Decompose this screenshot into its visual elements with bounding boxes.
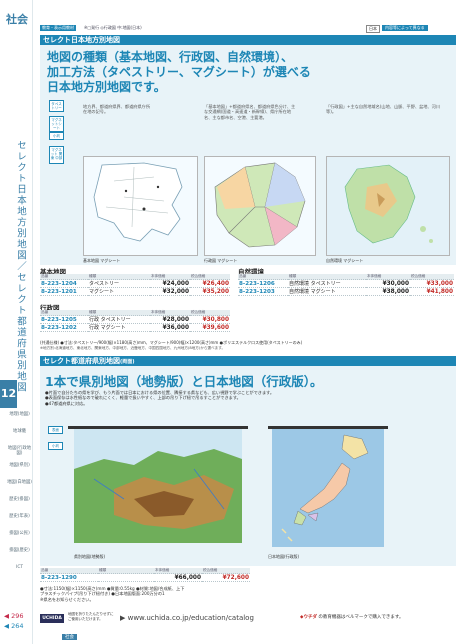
tag-magsheet: マグネットシート	[49, 116, 64, 132]
desc-shizen: 「行政図」+主な自然地域名(山地、山脈、平野、盆地、河川等)。	[326, 104, 441, 115]
map-shizen	[326, 156, 450, 256]
header: 教育・表示用教材 ※□発行 ◎行政図 中:地図(日本) 日本 内容等によって異な…	[40, 24, 454, 33]
section2-bullets: ●片面で自分たちの県を学び、もう片面では日本における県の位置、隣接する県なども、…	[45, 390, 450, 406]
footer-url[interactable]: ▶ www.uchida.co.jp/education/catalog	[120, 614, 254, 622]
footer-category: 社会	[62, 634, 77, 640]
page-number-badge: 12	[0, 380, 17, 408]
table-row: 8-223-1202 行政 マグシート ¥36,000 ¥39,600	[40, 323, 230, 332]
header-legend: ※□発行 ◎行政図 中:地図(日本)	[84, 25, 142, 30]
sidebar-subitem[interactable]: 地図(行政地図)	[6, 446, 33, 456]
sidebar-subitem[interactable]: 掛図(公民)	[6, 531, 33, 536]
table-row: 8-223-1201 マグシート ¥32,000 ¥35,200	[40, 287, 230, 296]
section2-spec: ●寸法:1150(幅)×1150(高さ)mm ●質量:0.55kg ●材質:地図…	[40, 586, 185, 602]
header-tag: 日本	[366, 25, 380, 33]
footer-bellmark: ◆ウチダ の教育機器はベルマークで購入できます。	[300, 615, 404, 620]
caption-prefecture-map: 県別地図(地勢版)	[74, 554, 106, 559]
table-row: 8-223-1206 自然環境 タペストリー ¥30,000 ¥33,000	[238, 279, 454, 288]
table-section2: 品番 種類 本体価格 税込価格 8-223-1290 ¥66,000 ¥72,600	[40, 568, 250, 582]
tag-koban-2: 小判	[48, 442, 63, 450]
headline-line-1: 地図の種類（基本地図、行政図、自然環境）、	[47, 50, 294, 64]
footer-brand: UCHIDA	[40, 614, 64, 623]
sidebar: 社会 セレクト日本地方別地図／セレクト都道府県別地図 12 地理(地図) 地球儀地…	[0, 0, 33, 644]
tag-sample: マグネット 関東 中部	[49, 146, 64, 164]
table-kihon: 品番 種類 本体価格 税込価格 8-223-1204 タペストリー ¥24,000 ¥26,…	[40, 274, 230, 296]
caption-shizen: 自然環境 マグシート	[326, 258, 364, 263]
japan-administrative-map-image	[272, 429, 384, 547]
map-prefecture	[68, 426, 248, 546]
sidebar-subitem[interactable]: ICT	[6, 565, 33, 570]
section1-title: セレクト日本地方別地図	[43, 36, 120, 44]
table-note-2: ※地方別:北海道地方、東北地方、関東地方、中部地方、近畿地方、中国四国地方、九州…	[40, 346, 226, 350]
sidebar-title: セレクト日本地方別地図／セレクト都道府県別地図	[15, 140, 26, 393]
desc-gyosei: 「基本地図」+都道府県名、都道府県色分け、主な交通網(国道・高速道・新幹線)、県…	[204, 104, 296, 120]
section2-title-suffix: (両面)	[120, 359, 135, 365]
uchida-logo: ◆ウチダ	[300, 615, 317, 620]
kyushu-nature-map-image	[327, 157, 449, 255]
page-ref-1: ◀ 296	[4, 612, 24, 620]
prefecture-relief-map-image	[74, 429, 242, 543]
caption-kihon: 基本地図 マグシート	[83, 258, 121, 263]
table-row: 8-223-1290 ¥66,000 ¥72,600	[40, 573, 250, 582]
section2-headline: 1本で県別地図（地勢版）と日本地図（行政版）。	[45, 374, 323, 389]
kanto-basic-map-image	[84, 157, 197, 255]
map-kihon	[83, 156, 198, 256]
table-row: 8-223-1205 行政 タペストリー ¥28,000 ¥30,800	[40, 315, 230, 324]
headline-line-3: 日本地方別地図です。	[47, 80, 166, 94]
table-gyosei: 品番 種類 本体価格 税込価格 8-223-1205 行政 タペストリー ¥28,000 ¥…	[40, 310, 230, 332]
tag-koban: 小判	[49, 132, 64, 140]
sidebar-subitem[interactable]: 掛図(歴史)	[6, 548, 33, 553]
sidebar-subitem[interactable]: 歴史(年表)	[6, 514, 33, 519]
section1-title-bar: セレクト日本地方別地図	[40, 35, 456, 45]
header-badge: 教育・表示用教材	[40, 25, 76, 31]
map-gyosei	[204, 156, 316, 256]
sidebar-subitem[interactable]: 歴史(掛図)	[6, 497, 33, 502]
bullet-3: ●47都道府県に対応。	[45, 400, 88, 406]
header-note: 内容等によって異なる	[382, 25, 428, 31]
section2-title: セレクト都道府県別地図	[43, 357, 120, 365]
map-japan	[268, 426, 388, 550]
tag-tapestry: タペストリー	[49, 100, 64, 112]
section1-headline: 地図の種類（基本地図、行政図、自然環境）、 加工方法（タペストリー、マグシート）…	[47, 50, 311, 95]
section2-title-bar: セレクト都道府県別地図(両面)	[40, 356, 456, 366]
page-ref-2: ◀ 264	[4, 622, 24, 630]
caption-gyosei: 行政図 マグシート	[204, 258, 238, 263]
table-shizen: 品番 種類 本体価格 税込価格 8-223-1206 自然環境 タペストリー ¥30,00…	[238, 274, 454, 296]
sidebar-subitem[interactable]: 地球儀	[6, 429, 33, 434]
chubu-gyosei-map-image	[205, 157, 315, 255]
sidebar-category: 社会	[6, 13, 28, 26]
headline-line-2: 加工方法（タペストリー、マグシート）が選べる	[47, 65, 311, 79]
sidebar-subitem[interactable]: 地理(地図)	[6, 412, 33, 417]
footer-small: 地図を折りたたんだりせずに ご使用いただけます。	[68, 612, 114, 621]
table-row: 8-223-1204 タペストリー ¥24,000 ¥26,400	[40, 279, 230, 288]
desc-kihon: 地方界、都道府県界、都道府県庁所在地の記号。	[83, 104, 151, 115]
caption-japan-map: 日本地図(行政版)	[268, 554, 300, 559]
sidebar-subitem[interactable]: 地図(県別)	[6, 463, 33, 468]
sidebar-subitem[interactable]: 地図(白地図)	[6, 480, 33, 485]
tag-face: 表面	[48, 426, 63, 434]
table-row: 8-223-1203 自然環境 マグシート ¥38,000 ¥41,800	[238, 287, 454, 296]
